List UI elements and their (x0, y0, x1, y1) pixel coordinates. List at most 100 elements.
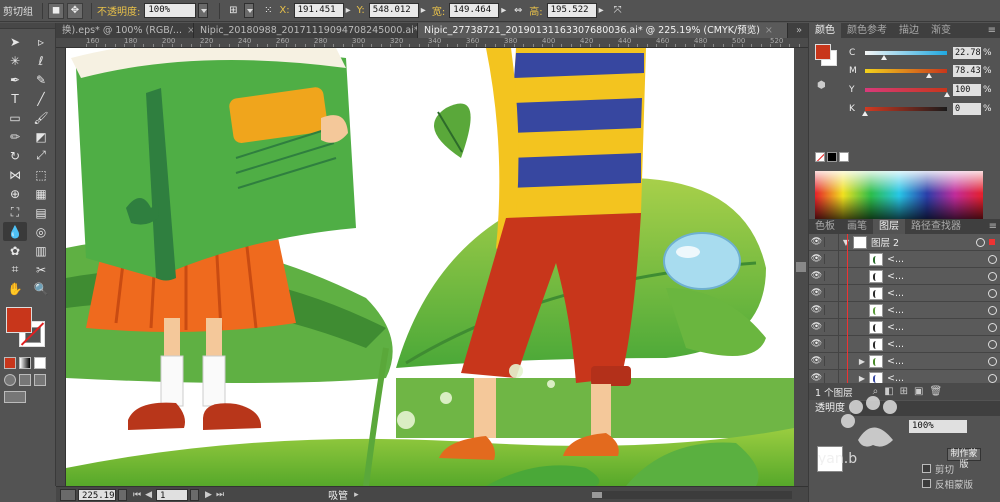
lock-toggle[interactable] (825, 233, 839, 251)
sublayer-row[interactable]: 👁 ▶ <... (809, 352, 1000, 370)
yellow-input[interactable]: 100 (953, 84, 981, 96)
lock-toggle[interactable] (825, 284, 839, 302)
make-mask-button[interactable]: 制作蒙版 (947, 448, 981, 470)
tab-transparency[interactable]: 透明度 (809, 401, 851, 416)
clip-checkbox[interactable] (922, 464, 931, 473)
next-artboard-icon[interactable]: ▶ (205, 490, 212, 500)
black-input[interactable]: 0 (953, 103, 981, 115)
target-icon[interactable] (988, 322, 997, 332)
black-slider[interactable] (862, 107, 947, 116)
tabs-overflow-icon[interactable]: » (796, 23, 808, 38)
align-dropdown[interactable] (244, 3, 255, 18)
slider-knob[interactable] (926, 73, 933, 78)
sublayer-row[interactable]: 👁 <... (809, 301, 1000, 319)
visibility-eye-icon[interactable]: 👁 (809, 288, 825, 298)
delete-layer-icon[interactable]: 🗑 (929, 386, 942, 397)
make-clipping-mask-icon[interactable]: ◧ (884, 386, 893, 397)
lock-toggle[interactable] (825, 352, 839, 370)
zoom-dropdown[interactable] (118, 488, 127, 501)
pen-tool-icon[interactable]: ✒ (3, 70, 27, 89)
sublayer-row[interactable]: 👁 <... (809, 284, 1000, 302)
sublayer-row[interactable]: 👁 <... (809, 267, 1000, 285)
prev-artboard-icon[interactable]: ◀ (145, 490, 152, 500)
width-tool-icon[interactable]: ⋈ (3, 165, 27, 184)
magenta-slider[interactable] (865, 69, 947, 78)
invert-mask-checkbox[interactable] (922, 479, 931, 488)
status-menu-icon[interactable]: ▸ (354, 490, 359, 500)
yellow-slider[interactable] (865, 88, 950, 97)
transparency-opacity-input[interactable]: 100% (909, 420, 967, 433)
fill-swatch[interactable] (6, 307, 32, 333)
artboard-dropdown[interactable] (190, 488, 200, 501)
panel-fill-swatch[interactable] (815, 44, 831, 60)
scale-tool-icon[interactable]: ⤢ (29, 146, 53, 165)
tab-stroke[interactable]: 描边 (893, 23, 925, 38)
tab-color[interactable]: 颜色 (809, 23, 841, 38)
selection-tool-icon[interactable]: ➤ (3, 32, 27, 51)
width-input[interactable]: 149.464 (449, 3, 500, 18)
lasso-tool-icon[interactable]: ℓ (29, 51, 53, 70)
tab-brushes[interactable]: 画笔 (841, 219, 873, 234)
screen-mode-icon[interactable] (4, 391, 26, 403)
new-layer-icon[interactable]: ▣ (914, 386, 923, 397)
reference-point-icon[interactable]: ⊞ (225, 3, 241, 19)
expand-arrow-icon[interactable]: ▶ (839, 374, 869, 383)
y-input[interactable]: 548.012 (368, 3, 419, 18)
target-icon[interactable] (988, 271, 997, 281)
zoom-tool-icon[interactable]: 🔍 (29, 279, 53, 298)
expand-arrow-icon[interactable]: ▶ (839, 357, 869, 366)
magic-wand-tool-icon[interactable]: ✳ (3, 51, 27, 70)
tab-layers[interactable]: 图层 (873, 219, 905, 234)
lock-toggle[interactable] (825, 267, 839, 285)
tab-pathfinder[interactable]: 路径查找器 (905, 219, 967, 234)
tab-document-2[interactable]: Nipic_20180988_20171119094708245000.ai*× (194, 23, 418, 38)
lock-toggle[interactable] (825, 250, 839, 268)
target-icon[interactable] (988, 288, 997, 298)
draw-inside-icon[interactable] (34, 374, 46, 386)
visibility-eye-icon[interactable]: 👁 (809, 271, 825, 281)
black-swatch[interactable] (827, 152, 837, 162)
visibility-eye-icon[interactable]: 👁 (809, 254, 825, 264)
type-tool-icon[interactable]: T (3, 89, 27, 108)
close-icon[interactable]: × (187, 23, 193, 38)
vertical-scrollbar[interactable] (794, 48, 808, 486)
paintbrush-tool-icon[interactable]: 🖌 (29, 108, 53, 127)
visibility-eye-icon[interactable]: 👁 (809, 339, 825, 349)
layer-row-main[interactable]: 👁 ▼ 图层 2 (809, 233, 1000, 251)
cyan-slider[interactable] (865, 51, 947, 60)
sublayer-row[interactable]: 👁 <... (809, 318, 1000, 336)
visibility-eye-icon[interactable]: 👁 (809, 373, 825, 383)
line-tool-icon[interactable]: ╱ (29, 89, 53, 108)
artboard-tool-icon[interactable]: ⌗ (3, 260, 27, 279)
target-icon[interactable] (988, 356, 997, 366)
panel-menu-icon[interactable]: ≡ (984, 23, 1000, 38)
rectangle-tool-icon[interactable]: ▭ (3, 108, 27, 127)
horizontal-ruler[interactable]: 160 180 200 220 240 260 280 300 320 340 360 380 400 4… (56, 38, 808, 48)
magenta-input[interactable]: 78.43 (953, 65, 981, 77)
target-icon[interactable] (988, 373, 997, 383)
close-icon[interactable]: × (765, 23, 773, 38)
lock-toggle[interactable] (825, 335, 839, 353)
free-transform-tool-icon[interactable]: ⬚ (29, 165, 53, 184)
out-of-gamut-icon[interactable]: ⬢ (817, 80, 826, 91)
new-sublayer-icon[interactable]: ⊞ (900, 386, 908, 397)
live-paint-tool-icon[interactable]: ▦ (29, 184, 53, 203)
mesh-tool-icon[interactable]: ▤ (29, 203, 53, 222)
slider-knob[interactable] (880, 55, 887, 60)
column-graph-tool-icon[interactable]: ▥ (29, 241, 53, 260)
slider-knob[interactable] (944, 92, 950, 97)
last-artboard-icon[interactable]: ⏭ (216, 490, 224, 500)
horizontal-scrollbar[interactable] (592, 490, 792, 499)
zoom-input[interactable]: 225.19 (78, 488, 116, 501)
link-constrain-icon[interactable]: ⇔ (510, 3, 526, 19)
pencil-tool-icon[interactable]: ✏ (3, 127, 27, 146)
gradient-mode-icon[interactable] (19, 357, 31, 369)
first-artboard-icon[interactable]: ⏮ (133, 490, 141, 500)
direct-selection-tool-icon[interactable]: ▹ (29, 32, 53, 51)
tab-color-guide[interactable]: 颜色参考 (841, 23, 893, 38)
lock-toggle[interactable] (825, 318, 839, 336)
eraser-tool-icon[interactable]: ◩ (29, 127, 53, 146)
curvature-tool-icon[interactable]: ✎ (29, 70, 53, 89)
target-icon[interactable] (988, 305, 997, 315)
target-icon[interactable] (988, 254, 997, 264)
